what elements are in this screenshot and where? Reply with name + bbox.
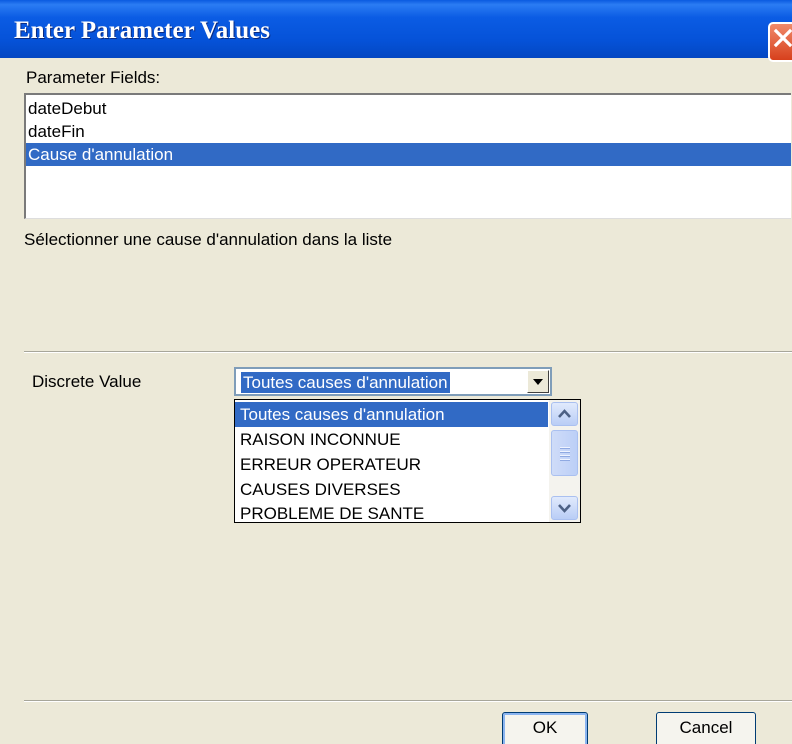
- dropdown-scrollbar[interactable]: [549, 400, 580, 522]
- grip-line: [560, 455, 570, 457]
- chevron-down-icon: [558, 504, 571, 513]
- parameter-item-datedebut[interactable]: dateDebut: [28, 97, 106, 120]
- dropdown-toggle-button[interactable]: [527, 370, 549, 393]
- discrete-value-combobox[interactable]: Toutes causes d'annulation: [234, 367, 552, 396]
- parameter-description: Sélectionner une cause d'annulation dans…: [24, 230, 393, 249]
- scroll-down-button[interactable]: [551, 496, 578, 520]
- chevron-up-icon: [558, 409, 571, 418]
- dropdown-option[interactable]: Toutes causes d'annulation: [235, 402, 548, 427]
- close-button[interactable]: [768, 22, 792, 62]
- discrete-value-label: Discrete Value: [32, 372, 142, 391]
- chevron-down-icon: [533, 379, 543, 385]
- separator-top: [24, 351, 792, 353]
- dropdown-option[interactable]: RAISON INCONNUE: [235, 427, 548, 452]
- separator-bottom: [24, 700, 792, 702]
- dropdown-option[interactable]: PROBLEME DE SANTE: [235, 501, 548, 522]
- parameter-item-cause-annulation[interactable]: Cause d'annulation: [26, 143, 791, 166]
- grip-line: [560, 447, 570, 449]
- scrollbar-thumb[interactable]: [551, 430, 578, 476]
- combobox-selected-value[interactable]: Toutes causes d'annulation: [241, 372, 450, 393]
- parameter-item-datefin[interactable]: dateFin: [28, 120, 85, 143]
- title-bar[interactable]: Enter Parameter Values: [0, 0, 792, 62]
- dropdown-option[interactable]: CAUSES DIVERSES: [235, 477, 548, 502]
- dropdown-option[interactable]: ERREUR OPERATEUR: [235, 452, 548, 477]
- discrete-value-dropdown-list[interactable]: Toutes causes d'annulation RAISON INCONN…: [234, 399, 581, 523]
- grip-line: [560, 459, 570, 461]
- ok-button[interactable]: OK: [502, 712, 588, 744]
- scroll-up-button[interactable]: [551, 402, 578, 426]
- cancel-button[interactable]: Cancel: [656, 712, 756, 744]
- enter-parameter-values-dialog: Enter Parameter Values Parameter Fields:…: [0, 0, 792, 744]
- close-icon: [773, 28, 792, 48]
- grip-line: [560, 451, 570, 453]
- dialog-title: Enter Parameter Values: [14, 17, 270, 44]
- parameter-fields-label: Parameter Fields:: [26, 68, 161, 87]
- parameter-fields-list[interactable]: dateDebut dateFin Cause d'annulation: [24, 93, 791, 219]
